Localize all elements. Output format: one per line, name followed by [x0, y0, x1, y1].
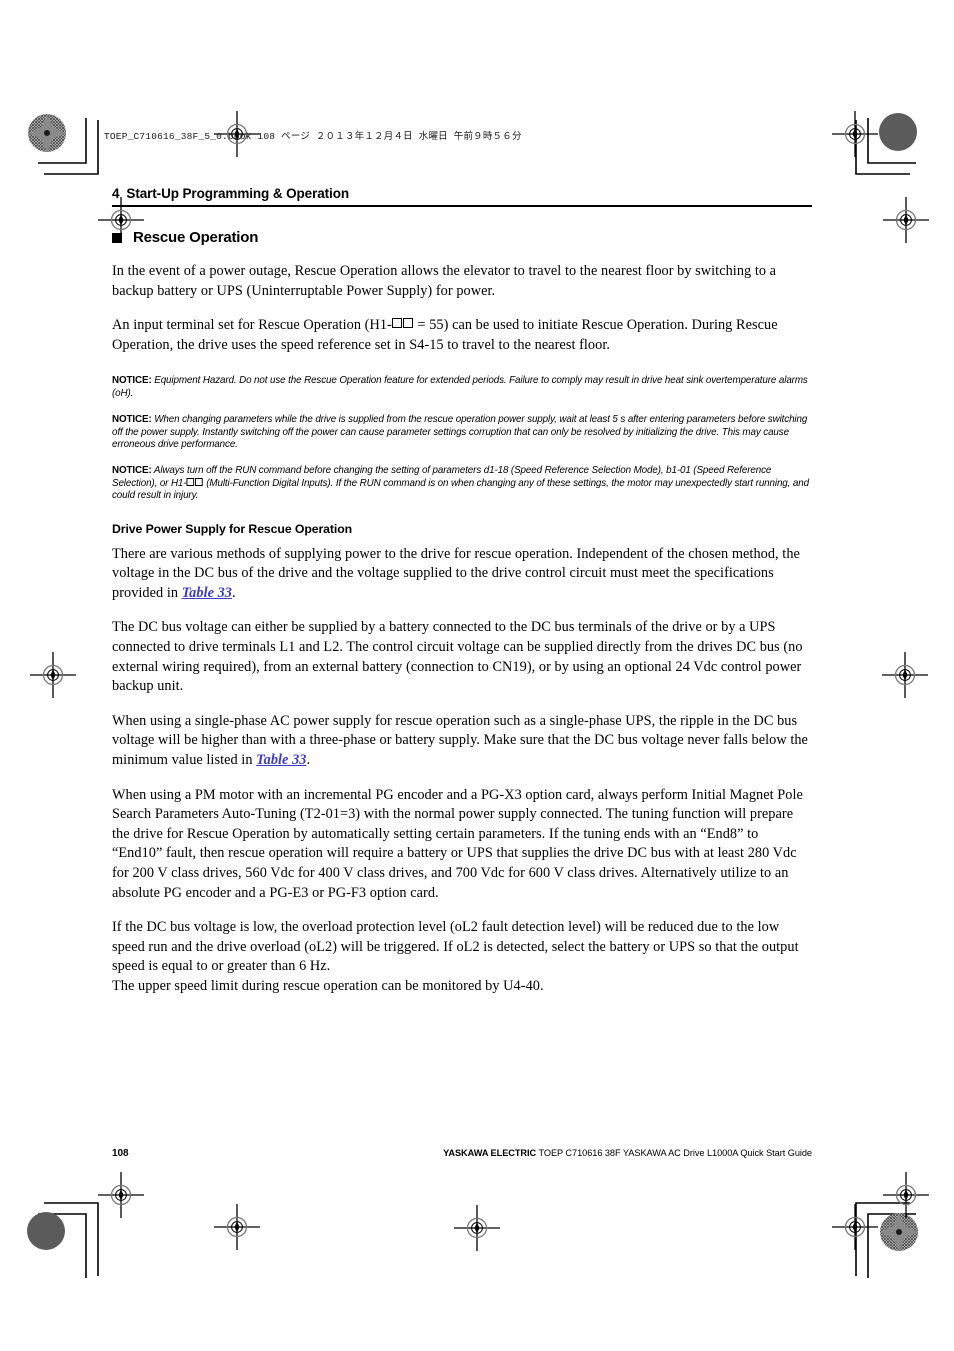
document-page: TOEP_C710616_38F_5_0.book 108 ページ ２０１３年１…: [0, 0, 954, 1351]
notice-parameter-change-text: When changing parameters while the drive…: [112, 414, 808, 450]
page-content: 4 Start-Up Programming & Operation Rescue…: [112, 186, 812, 1012]
notice-label: NOTICE:: [112, 414, 152, 426]
header-rule: [112, 205, 812, 207]
paragraph-single-phase: When using a single-phase AC power suppl…: [112, 712, 812, 771]
section-heading: Rescue Operation: [112, 229, 812, 246]
notice-label: NOTICE:: [112, 375, 152, 387]
paragraph-oL2-line2: The upper speed limit during rescue oper…: [112, 977, 544, 994]
paragraph-oL2-line1: If the DC bus voltage is low, the overlo…: [112, 919, 799, 975]
footer-doc-ref: TOEP C710616 38F YASKAWA AC Drive L1000A…: [536, 1148, 812, 1158]
paragraph-intro: In the event of a power outage, Rescue O…: [112, 263, 777, 299]
table-33-link[interactable]: Table 33: [256, 752, 306, 768]
notice-parameter-change: NOTICE: When changing parameters while t…: [112, 414, 812, 451]
paragraph-single-phase-part2: .: [306, 751, 311, 768]
book-source-header: TOEP_C710616_38F_5_0.book 108 ページ ２０１３年１…: [104, 131, 522, 142]
paragraph-pm-motor: When using a PM motor with an incrementa…: [112, 786, 803, 901]
empty-box-icon: [403, 318, 414, 329]
empty-box-icon: [392, 318, 403, 329]
empty-box-icon: [186, 477, 195, 486]
notice-run-command-part2: (Multi-Function Digital Inputs). If the …: [112, 477, 809, 502]
chapter-title: Start-Up Programming & Operation: [126, 186, 349, 201]
chapter-number: 4: [112, 186, 120, 201]
table-33-link[interactable]: Table 33: [182, 585, 232, 601]
square-bullet-icon: [112, 232, 122, 243]
notice-label: NOTICE:: [112, 465, 152, 477]
paragraph-oL2: If the DC bus voltage is low, the overlo…: [112, 918, 812, 996]
notice-equipment-hazard: NOTICE: Equipment Hazard. Do not use the…: [112, 375, 812, 400]
paragraph-input-terminal: An input terminal set for Rescue Operati…: [112, 316, 812, 355]
footer-brand: YASKAWA ELECTRIC: [443, 1148, 537, 1158]
subheading-drive-power-supply: Drive Power Supply for Rescue Operation: [112, 521, 353, 536]
paragraph-input-terminal-part1: An input terminal set for Rescue Operati…: [112, 317, 392, 334]
page-footer: 108 YASKAWA ELECTRIC TOEP C710616 38F YA…: [112, 1148, 812, 1159]
footer-page-number: 108: [112, 1148, 129, 1159]
section-title: Rescue Operation: [133, 229, 259, 246]
notice-equipment-hazard-text: Equipment Hazard. Do not use the Rescue …: [112, 375, 808, 399]
paragraph-single-phase-part1: When using a single-phase AC power suppl…: [112, 712, 808, 768]
notice-run-command: NOTICE: Always turn off the RUN command …: [112, 465, 812, 502]
footer-document-reference: YASKAWA ELECTRIC TOEP C710616 38F YASKAW…: [443, 1148, 812, 1158]
chapter-header: 4 Start-Up Programming & Operation: [112, 186, 812, 205]
paragraph-dc-bus: The DC bus voltage can either be supplie…: [112, 619, 803, 695]
empty-box-icon: [195, 477, 204, 486]
paragraph-methods-part2: .: [232, 584, 236, 601]
paragraph-methods: There are various methods of supplying p…: [112, 545, 812, 604]
